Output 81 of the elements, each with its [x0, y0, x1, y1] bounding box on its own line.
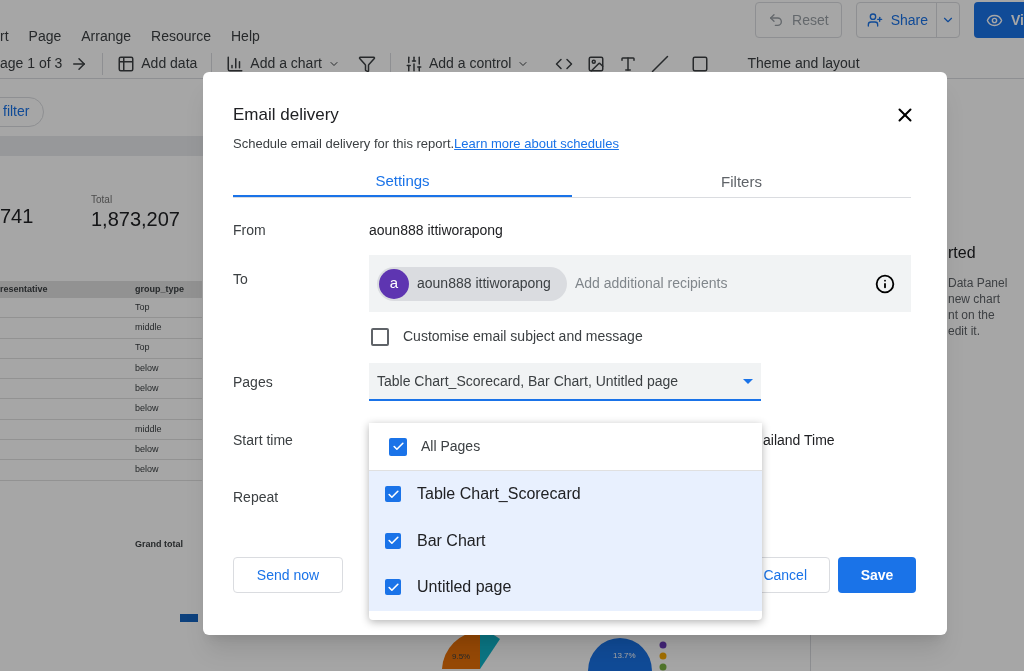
page-option[interactable]: All Pages — [369, 423, 762, 471]
scorecard-label: Total — [91, 193, 114, 207]
add-person-icon — [866, 12, 883, 28]
theme-button[interactable]: Theme and layout — [747, 53, 860, 74]
tab[interactable]: Settings — [233, 167, 572, 197]
grand-total-label: Grand total — [135, 537, 184, 551]
field-label: From — [233, 221, 267, 240]
table-cell-text: Top — [135, 300, 150, 314]
menu-item[interactable]: Resource — [151, 26, 231, 47]
check-icon — [391, 440, 405, 453]
info-icon[interactable] — [875, 273, 895, 294]
send-now-button[interactable]: Send now — [233, 557, 343, 593]
view-button[interactable]: Vi — [974, 2, 1024, 38]
recipients-placeholder: Add additional recipients — [574, 274, 729, 293]
table-cell-text: below — [135, 361, 159, 375]
image-icon[interactable] — [587, 54, 606, 73]
page-indicator: age 1 of 3 — [0, 54, 63, 73]
recipients-field[interactable]: a aoun888 ittiworapong Add additional recipients — [369, 255, 911, 312]
table-cell: below — [135, 382, 159, 396]
menu-item[interactable]: Arrange — [81, 26, 152, 47]
check-icon — [386, 487, 400, 501]
checkbox-label: Customise email subject and message — [403, 327, 643, 346]
shape-icon[interactable] — [691, 54, 710, 73]
column-header: group_type — [135, 282, 184, 296]
checkbox[interactable] — [389, 437, 407, 456]
save-button[interactable]: Save — [838, 557, 916, 593]
checkbox[interactable] — [371, 327, 389, 346]
legend-dots-drawing — [659, 641, 667, 671]
scorecard-value: 1,873,207 — [91, 207, 180, 231]
filter-icon[interactable] — [357, 54, 376, 73]
page-option[interactable]: Table Chart_Scorecard — [369, 471, 762, 518]
table-cell: middle — [135, 321, 162, 335]
line-icon[interactable] — [651, 54, 670, 73]
avatar: a — [379, 268, 409, 299]
learn-more-link[interactable]: Learn more about schedules — [454, 135, 619, 151]
check-icon — [386, 580, 400, 594]
dialog-subtitle: Schedule email delivery for this report.Learn more about schedules — [233, 134, 620, 153]
field-label: Repeat — [233, 488, 280, 507]
field-label: To — [233, 270, 249, 289]
table-cell: below — [135, 463, 159, 477]
undo-icon — [768, 12, 785, 28]
panel-heading: rted — [948, 243, 977, 263]
dialog-title: Email delivery — [233, 104, 339, 126]
share-button[interactable]: Share — [855, 2, 960, 38]
scorecard-value: 741 — [0, 204, 35, 228]
add-control-button[interactable]: Add a control — [404, 53, 530, 74]
donut-chart-drawing — [588, 636, 652, 671]
panel-text: edit it. — [948, 323, 981, 339]
pages-select[interactable]: Table Chart_Scorecard, Bar Chart, Untitled page — [369, 363, 761, 401]
column-header: resentative — [0, 282, 49, 296]
bar — [180, 614, 198, 622]
recipient-chip[interactable]: a aoun888 ittiworapong — [377, 266, 567, 301]
from-value: aoun888 ittiworapong — [369, 221, 503, 240]
sliders-icon — [404, 54, 423, 73]
text-icon[interactable] — [619, 54, 638, 73]
field-label: Pages — [233, 372, 274, 392]
page-option[interactable]: Untitled page — [369, 564, 762, 611]
page-option[interactable]: Bar Chart — [369, 517, 762, 564]
table-cell: Top — [135, 341, 150, 355]
donut-label: 13.7% — [613, 650, 636, 662]
pie-label: 9.5% — [452, 651, 471, 663]
checkbox[interactable] — [385, 486, 401, 503]
field-label: Start time — [233, 430, 294, 450]
chart-icon — [226, 54, 245, 73]
add-chart-button[interactable]: Add a chart — [226, 53, 340, 74]
table-cell: below — [135, 402, 159, 416]
checkbox[interactable] — [385, 579, 401, 596]
panel-text: Data Panel — [948, 275, 1009, 291]
table-cell-text: middle — [135, 422, 162, 436]
panel-text: nt on the — [948, 307, 996, 323]
menu-item[interactable]: Help — [231, 26, 280, 47]
timezone-value: ailand Time — [763, 430, 835, 450]
tab[interactable]: Filters — [572, 167, 911, 197]
add-data-button[interactable]: Add data — [117, 53, 198, 74]
panel-text: new chart — [948, 291, 1002, 307]
menu-item[interactable]: Page — [28, 26, 82, 47]
menu-item[interactable]: rt — [0, 26, 29, 47]
caret-icon — [743, 378, 753, 384]
table-cell-text: below — [135, 442, 159, 456]
table-icon — [117, 54, 136, 73]
checkbox[interactable] — [385, 532, 401, 549]
